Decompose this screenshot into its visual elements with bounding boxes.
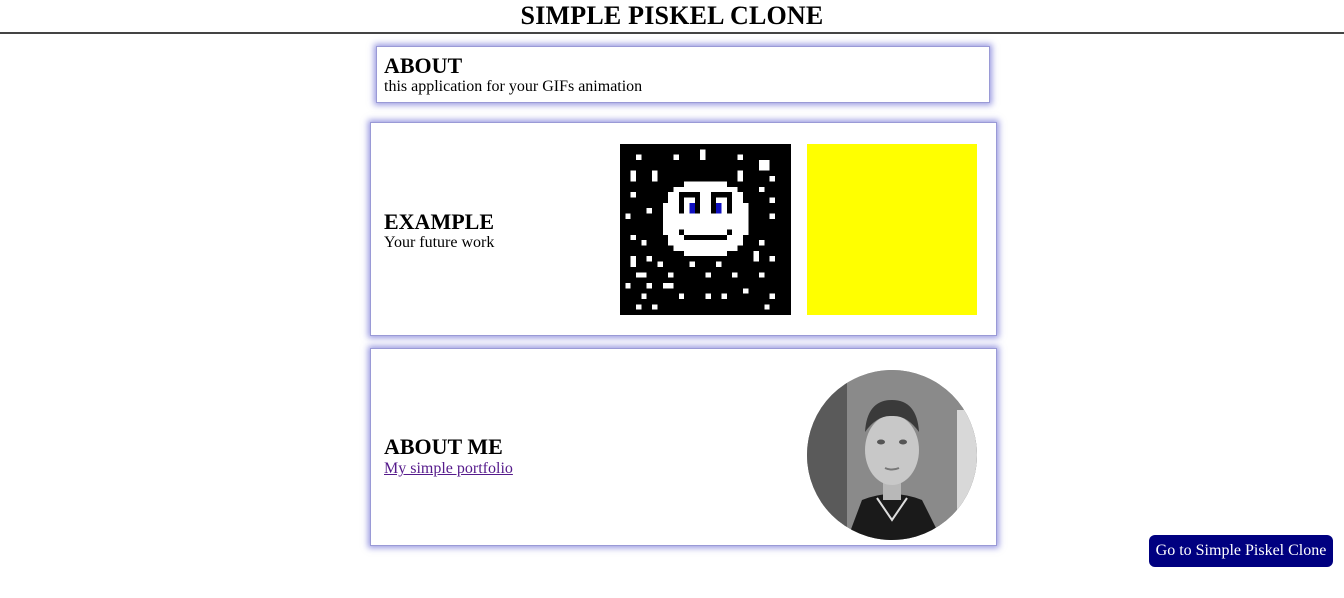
avatar-photo <box>807 370 977 540</box>
portfolio-link[interactable]: My simple portfolio <box>384 460 513 477</box>
page-header: SIMPLE PISKEL CLONE <box>0 0 1344 34</box>
about-card: ABOUT this application for your GIFs ani… <box>376 46 990 103</box>
about-me-card: ABOUT ME My simple portfolio <box>370 348 997 546</box>
pixel-art-example-image <box>620 144 791 315</box>
example-heading: EXAMPLE <box>384 209 494 234</box>
avatar <box>807 370 977 540</box>
about-text: this application for your GIFs animation <box>384 78 643 95</box>
animation-preview <box>807 144 977 315</box>
about-heading: ABOUT <box>384 53 463 78</box>
go-to-simple-piskel-clone-button[interactable]: Go to Simple Piskel Clone <box>1149 535 1333 567</box>
page-title: SIMPLE PISKEL CLONE <box>520 1 824 30</box>
example-card: EXAMPLE Your future work <box>370 122 997 336</box>
example-text: Your future work <box>384 234 495 251</box>
about-me-heading: ABOUT ME <box>384 434 503 459</box>
